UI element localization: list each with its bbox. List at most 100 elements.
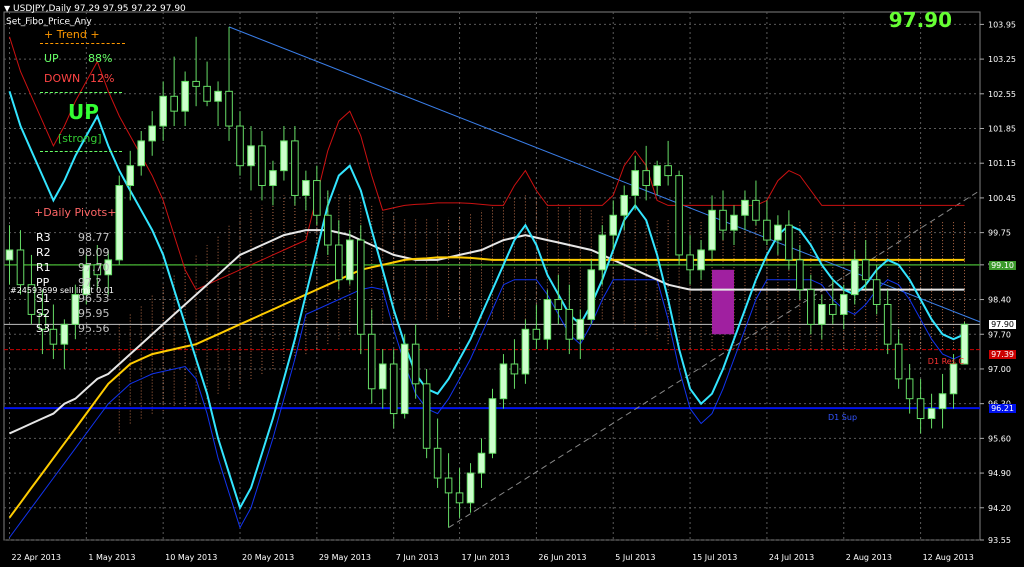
y-tick-label: 93.55 [988, 536, 1011, 545]
red-level-tag: 97.39 [989, 350, 1016, 359]
indicator-lines [8, 36, 965, 538]
trend-signal: UP [68, 100, 99, 124]
trend-strength: [strong] [58, 132, 102, 145]
bear-candle [675, 175, 683, 256]
y-tick-label: 101.15 [988, 159, 1016, 168]
bear-candle [828, 304, 837, 315]
bull-candle [587, 269, 596, 320]
x-tick-label: 10 May 2013 [165, 553, 217, 562]
bull-candle [620, 194, 629, 216]
trend-divider-3 [40, 151, 122, 152]
bear-candle [16, 249, 25, 286]
x-tick-label: 17 Jun 2013 [462, 553, 510, 562]
bull-candle [818, 304, 826, 325]
bull-candle [499, 363, 508, 400]
bear-candle [719, 209, 727, 231]
cyan-line [8, 90, 965, 511]
bull-candle [576, 318, 585, 340]
red-band-line [9, 36, 965, 291]
bear-candle [785, 224, 793, 261]
bull-candle [730, 214, 738, 231]
bull-candle [400, 343, 409, 415]
bear-candle [367, 333, 376, 390]
bull-candle [774, 224, 782, 241]
bear-candle [444, 477, 453, 494]
bear-candle [236, 125, 244, 167]
bull-candle [949, 363, 958, 395]
bull-candle [521, 328, 530, 375]
bear-candle [872, 279, 881, 306]
bear-candle [763, 219, 771, 241]
bear-candle [664, 165, 672, 177]
y-tick-label: 100.45 [988, 194, 1016, 203]
y-tick-label: 95.60 [988, 434, 1011, 443]
bull-candle [466, 472, 475, 504]
blue-level-label: D1 Sup [828, 413, 858, 422]
bear-candle [455, 492, 464, 504]
pivot-label-r3: R3 [36, 231, 51, 244]
bull-candle [126, 165, 135, 187]
bear-candle [258, 145, 266, 187]
blue-level-tag: 96.21 [989, 404, 1016, 413]
trend-up-pct: 88% [88, 52, 113, 65]
bear-candle [192, 80, 200, 87]
pivot-value-s2: 95.95 [78, 307, 110, 320]
bull-candle [477, 452, 486, 474]
y-tick-label: 97.00 [988, 365, 1011, 374]
pivot-label-s1: S1 [36, 292, 50, 305]
bear-candle [510, 363, 519, 375]
bear-candle [225, 90, 233, 127]
pivot-value-r1: 97.70 [78, 261, 110, 274]
current-price-tag: 97.90 [989, 320, 1016, 329]
x-tick-label: 12 Aug 2013 [923, 553, 974, 562]
ichimoku-cloud [118, 190, 966, 434]
yellow-ma-line [8, 256, 965, 519]
bear-candle [883, 304, 892, 345]
bear-candle [389, 363, 398, 415]
bear-candle [532, 328, 541, 340]
bear-candle [565, 308, 574, 340]
bull-candle [378, 363, 387, 390]
bull-candle [137, 140, 146, 167]
bear-candle [411, 343, 420, 385]
indicator-name: Set_Fibo_Price_Any [6, 17, 92, 27]
dropdown-arrow-icon[interactable]: ▼ [4, 4, 10, 13]
red-level-label: D1 Res C [927, 357, 964, 366]
bull-candle [181, 80, 189, 112]
bear-candle [642, 170, 650, 187]
trend-title: + Trend + [44, 28, 100, 41]
bull-candle [148, 125, 156, 142]
bull-candle [839, 294, 848, 315]
bull-candle [938, 393, 947, 410]
bull-candle [708, 209, 716, 251]
bull-candle [653, 165, 661, 187]
y-tick-label: 94.20 [988, 504, 1011, 513]
bull-candle [488, 398, 497, 454]
bull-candle [214, 90, 222, 102]
magenta-zone [712, 269, 734, 335]
bull-candle [850, 259, 859, 296]
bull-candle [598, 234, 607, 271]
y-tick-label: 102.55 [988, 90, 1016, 99]
bull-candle [543, 299, 552, 340]
price-chart[interactable]: 103.95 103.25 102.55 101.85 101.15 100.45 99.7… [0, 0, 1024, 567]
bear-candle [335, 244, 343, 281]
bear-candle [313, 180, 321, 216]
bear-candle [905, 378, 914, 400]
symbol-header: ▼ USDJPY,Daily 97.29 97.95 97.22 97.90 [4, 4, 186, 14]
trend-divider [40, 43, 125, 44]
y-tick-label: 98.40 [988, 296, 1011, 305]
x-tick-label: 15 Jul 2013 [692, 553, 737, 562]
bear-candle [291, 140, 299, 196]
bear-candle [861, 259, 870, 281]
bull-candle [115, 185, 124, 261]
bull-candle [280, 140, 288, 172]
pivot-value-s3: 95.56 [78, 322, 110, 335]
x-tick-label: 24 Jul 2013 [769, 553, 814, 562]
bear-candle [916, 398, 925, 420]
bull-candle [609, 214, 618, 236]
bear-candle [170, 95, 178, 112]
bear-candle [686, 254, 694, 271]
pivot-label-r2: R2 [36, 246, 51, 259]
bull-candle [159, 95, 167, 127]
